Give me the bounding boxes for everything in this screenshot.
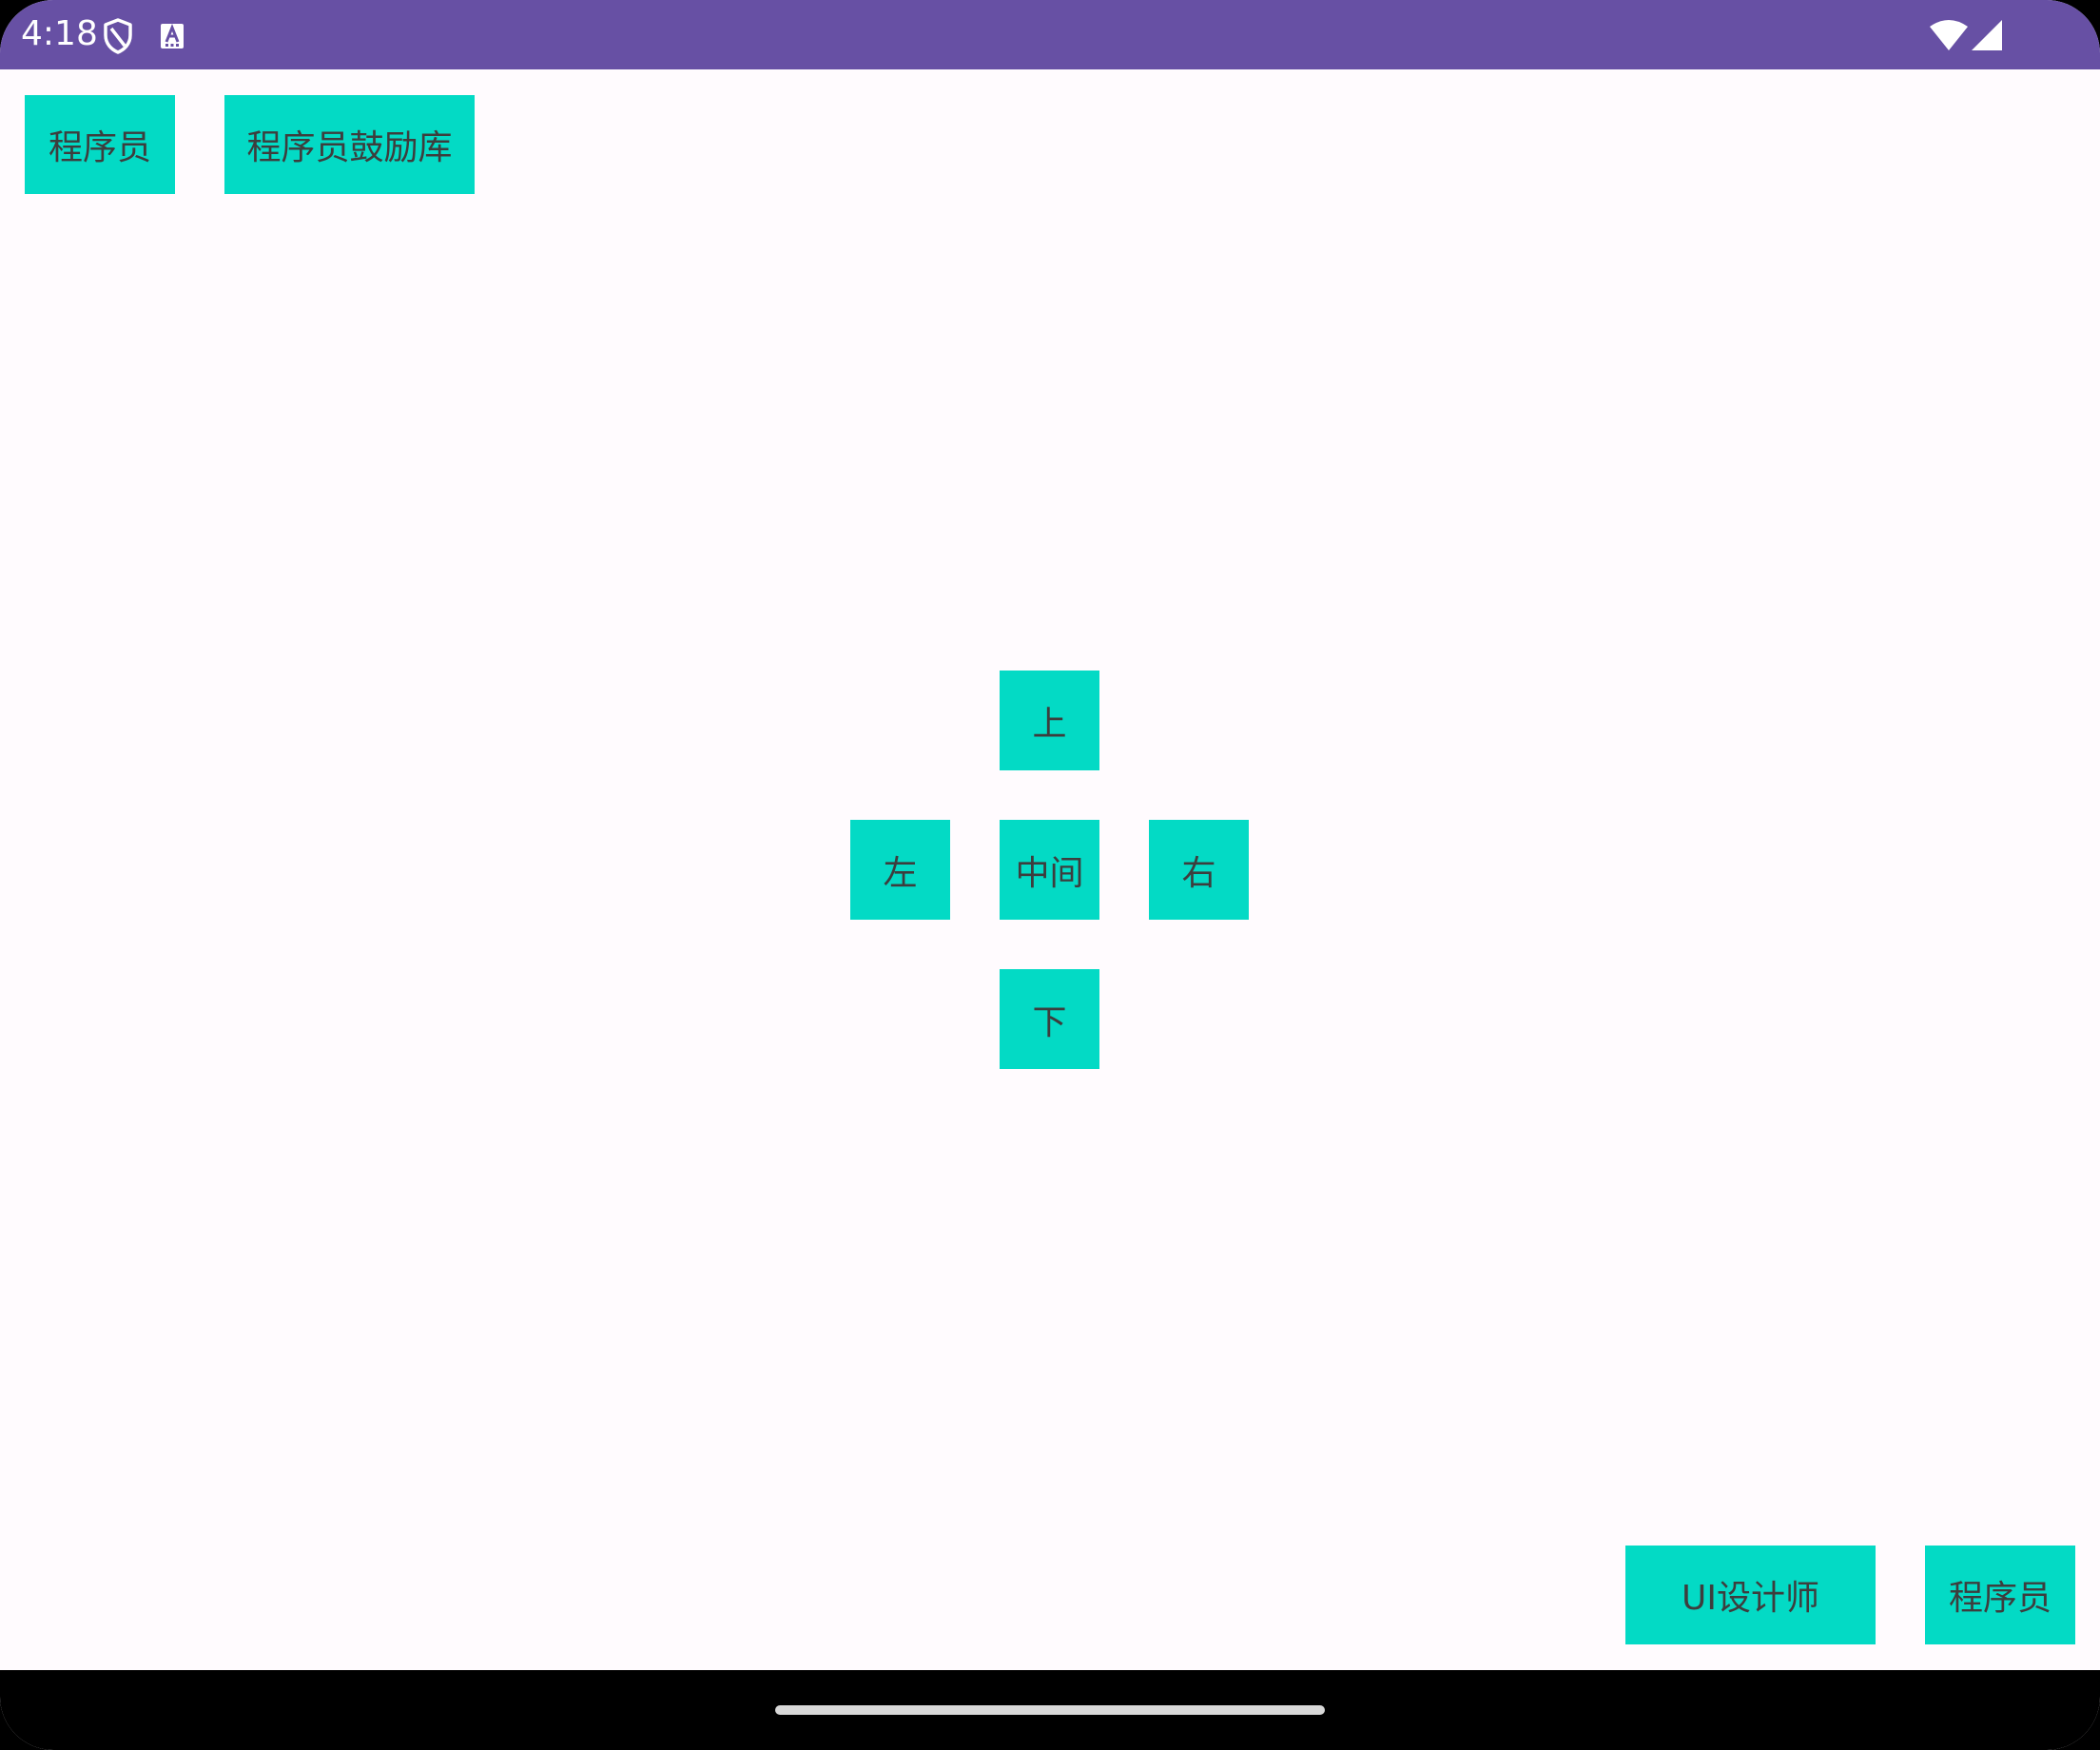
- center-button[interactable]: 中间: [1000, 820, 1099, 920]
- down-button[interactable]: 下: [1000, 969, 1099, 1069]
- ui-designer-button[interactable]: UI设计师: [1625, 1546, 1876, 1644]
- app-window: 4:18 程序员 程序员鼓励库 上 左 中间 右 下 UI设计师 程序员: [0, 0, 2100, 1750]
- programmer-encouragement-button[interactable]: 程序员鼓励库: [224, 95, 475, 194]
- main-content: 程序员 程序员鼓励库 上 左 中间 右 下 UI设计师 程序员: [0, 69, 2100, 1670]
- keyboard-a-icon: [161, 23, 184, 49]
- wifi-icon: [1930, 20, 1968, 50]
- up-button[interactable]: 上: [1000, 671, 1099, 770]
- right-button[interactable]: 右: [1149, 820, 1249, 920]
- status-bar: 4:18: [0, 0, 2100, 69]
- shield-icon: [104, 18, 132, 54]
- cell-signal-icon: [1972, 20, 2002, 50]
- status-time: 4:18: [21, 14, 98, 53]
- left-button[interactable]: 左: [850, 820, 950, 920]
- home-gesture-handle[interactable]: [775, 1705, 1325, 1715]
- programmer-button[interactable]: 程序员: [25, 95, 175, 194]
- programmer-bottom-button[interactable]: 程序员: [1925, 1546, 2075, 1644]
